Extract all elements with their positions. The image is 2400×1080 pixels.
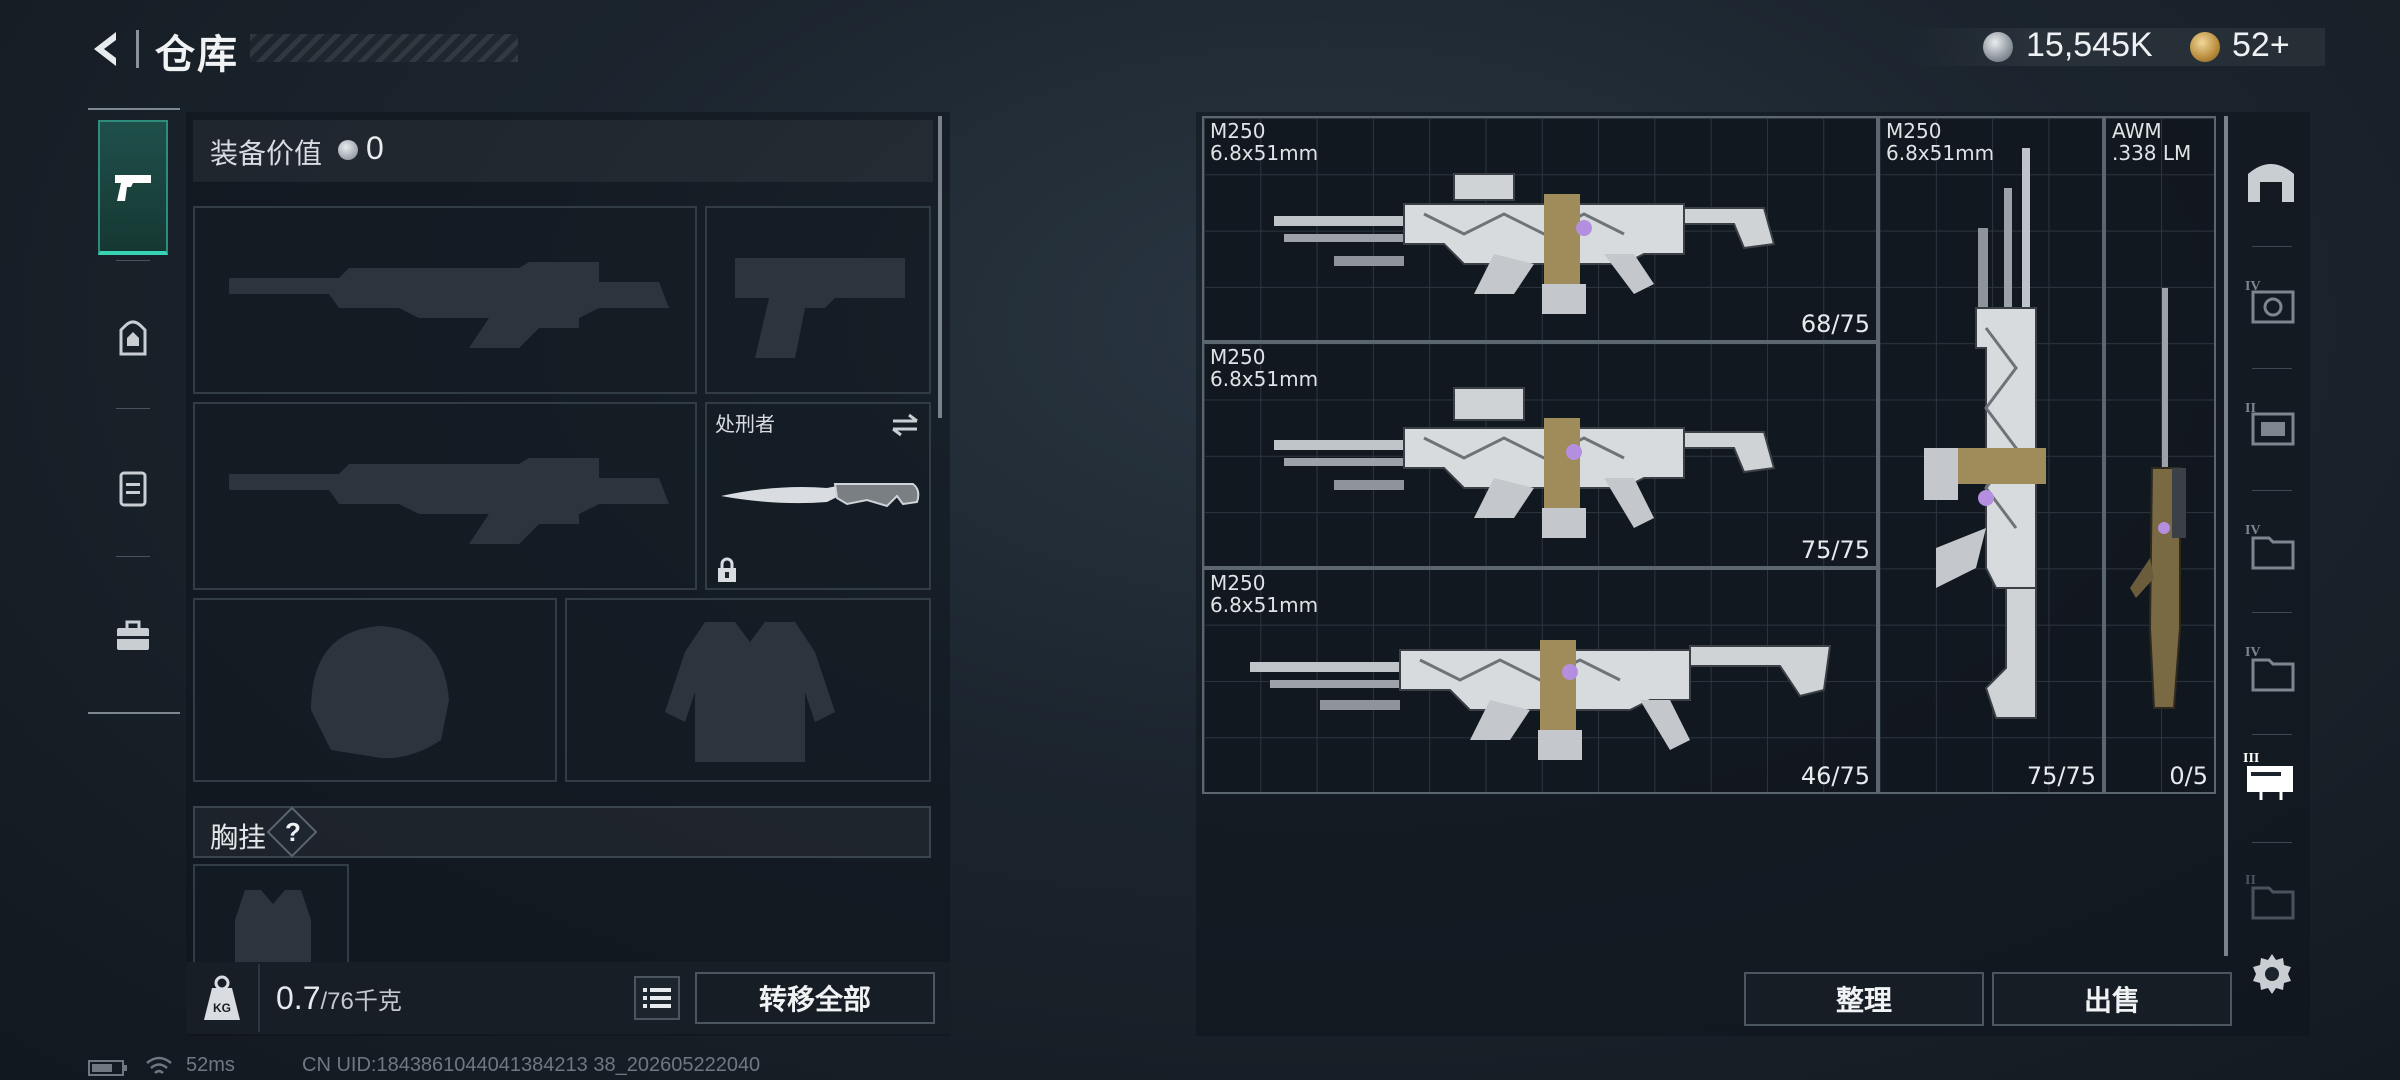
tab-toolbox[interactable]	[98, 568, 168, 703]
svg-text:II: II	[2245, 873, 2256, 888]
item-count: 0/5	[2169, 762, 2208, 790]
svg-text:III: III	[2243, 751, 2259, 766]
silver-coin-icon	[1983, 32, 2013, 62]
storage-folder-icon: II	[2245, 873, 2295, 920]
tab-warehouse-all[interactable]	[2240, 124, 2302, 234]
organize-button[interactable]: 整理	[1744, 972, 1984, 1026]
back-arrow-icon[interactable]	[86, 28, 128, 70]
storage-folder-icon: IV	[2245, 523, 2295, 570]
warehouse-scrollbar[interactable]	[2224, 116, 2228, 956]
item-count: 75/75	[1800, 536, 1870, 564]
warehouse-item-awm[interactable]: AWM .338 LM 0/5	[2104, 116, 2216, 794]
gold-currency-amount[interactable]: 52+	[2232, 26, 2290, 65]
warehouse-icon	[2248, 164, 2294, 202]
pistol-silhouette-icon	[735, 258, 905, 358]
chest-rig-slot[interactable]	[193, 864, 349, 974]
armor-slot[interactable]	[565, 598, 931, 782]
value-coin-icon	[338, 140, 358, 160]
pistol-icon	[115, 174, 151, 201]
m250-machine-gun-icon	[1274, 387, 1776, 538]
wifi-icon	[146, 1056, 172, 1074]
warehouse-item-m250-1[interactable]: M250 6.8x51mm 68/75	[1202, 116, 1878, 342]
primary-weapon-slot-2[interactable]	[193, 402, 697, 590]
rifle-silhouette-icon	[229, 262, 669, 348]
rifle-silhouette-icon	[229, 458, 669, 544]
list-icon	[643, 988, 671, 1008]
m250-machine-gun-icon	[1250, 640, 1832, 760]
tab-warehouse-3[interactable]: IV	[2240, 492, 2302, 602]
help-icon: ?	[285, 817, 301, 847]
equipment-scrollbar[interactable]	[938, 116, 942, 418]
silver-currency-amount: 15,545K	[2026, 26, 2153, 64]
awm-sniper-rifle-icon	[2130, 288, 2186, 709]
swap-icon[interactable]	[889, 412, 921, 438]
ping-text: 52ms	[186, 1054, 235, 1076]
equipment-value-amount: 0	[366, 130, 384, 166]
svg-text:KG: KG	[213, 1001, 231, 1015]
item-count: 46/75	[1800, 762, 1870, 790]
tab-weapons[interactable]	[98, 120, 168, 255]
pistol-slot[interactable]	[705, 206, 931, 394]
carry-weight-capacity: /76千克	[320, 988, 402, 1015]
list-view-button[interactable]	[634, 976, 680, 1020]
helmet-slot[interactable]	[193, 598, 557, 782]
tab-container[interactable]	[98, 420, 168, 555]
tab-warehouse-4[interactable]: IV	[2240, 614, 2302, 724]
tab-warehouse-2[interactable]: II	[2240, 370, 2302, 480]
helmet-silhouette-icon	[311, 626, 449, 759]
warehouse-item-m250-vertical[interactable]: M250 6.8x51mm 75/75	[1878, 116, 2104, 794]
chest-rig-label: 胸挂	[210, 822, 267, 853]
carry-weight: 0.7/76千克	[276, 980, 402, 1017]
backpack-icon	[119, 320, 147, 355]
warehouse-item-m250-2[interactable]: M250 6.8x51mm 75/75	[1202, 342, 1878, 568]
storage-folder-icon: IV	[2245, 645, 2295, 692]
lock-icon	[718, 557, 736, 582]
equipment-category-tabs	[88, 108, 180, 714]
battery-icon	[88, 1060, 127, 1076]
primary-weapon-slot-1[interactable]	[193, 206, 697, 394]
melee-weapon-name: 处刑者	[715, 414, 775, 436]
title-divider	[136, 30, 139, 68]
knife-icon	[721, 483, 920, 508]
item-count: 68/75	[1800, 310, 1870, 338]
storage-box-icon: II	[2245, 401, 2295, 446]
case-icon	[119, 471, 147, 506]
gold-coin-icon	[2190, 32, 2220, 62]
warehouse-item-m250-3[interactable]: M250 6.8x51mm 46/75	[1202, 568, 1878, 794]
page-title: 仓库	[155, 33, 239, 77]
item-name: AWM .338 LM	[2112, 119, 2192, 165]
svg-text:IV: IV	[2245, 523, 2261, 538]
chest-rig-silhouette-icon	[235, 890, 311, 966]
melee-slot[interactable]: 处刑者	[705, 402, 931, 590]
m250-machine-gun-vertical-icon	[1924, 148, 2046, 719]
svg-text:IV: IV	[2245, 645, 2261, 660]
transfer-all-button[interactable]: 转移全部	[695, 972, 935, 1024]
carry-weight-current: 0.7	[276, 980, 321, 1016]
weapon-storage-icon: III	[2243, 751, 2293, 800]
tab-warehouse-1[interactable]: IV	[2240, 248, 2302, 358]
weight-kg-icon: KG	[204, 975, 240, 1020]
storage-box-icon: IV	[2245, 279, 2295, 324]
title-stripe-decoration	[250, 34, 518, 62]
vest-silhouette-icon	[665, 622, 835, 762]
tab-warehouse-6[interactable]: II	[2240, 842, 2302, 952]
sell-button[interactable]: 出售	[1992, 972, 2232, 1026]
tab-backpack[interactable]	[98, 270, 168, 405]
settings-gear-icon[interactable]	[2250, 952, 2294, 996]
m250-machine-gun-icon	[1274, 173, 1776, 314]
uid-text: CN UID:1843861044041384213 38_2026052220…	[302, 1054, 761, 1076]
toolbox-icon	[117, 620, 149, 650]
tab-warehouse-5-active[interactable]: III	[2240, 720, 2302, 830]
equipment-value-label: 装备价值	[210, 138, 323, 169]
item-count: 75/75	[2026, 762, 2096, 790]
